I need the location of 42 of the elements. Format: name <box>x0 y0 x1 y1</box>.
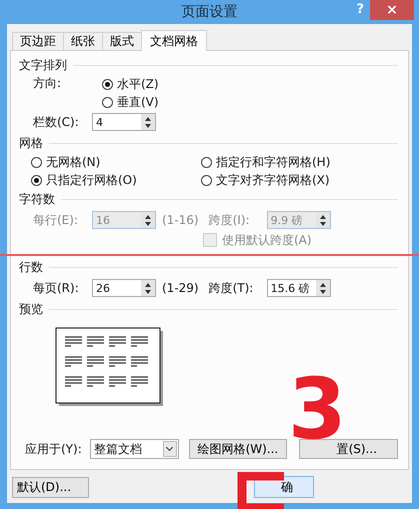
section-heading: 行数 <box>19 258 43 276</box>
range-text: (1-29) <box>162 281 199 295</box>
number-field[interactable]: 4 <box>92 113 156 131</box>
section-heading: 网格 <box>19 134 43 152</box>
settings-button[interactable]: 置(S)... <box>299 439 398 459</box>
section-heading: 文字排列 <box>19 56 67 74</box>
number-field[interactable]: 26 <box>92 279 156 297</box>
field-label: 每页(R): <box>33 280 80 296</box>
tab[interactable]: 页边距 <box>12 32 64 50</box>
radio-icon[interactable] <box>102 96 113 108</box>
section-heading: 字符数 <box>19 190 55 208</box>
spinner-icon[interactable] <box>316 280 330 296</box>
range-text: (1-16) <box>162 213 199 227</box>
tab[interactable]: 文档网格 <box>141 30 207 51</box>
radio-option[interactable]: 文字对齐字符网格(X) <box>201 171 398 189</box>
chevron-down-icon[interactable] <box>162 441 177 457</box>
field-label: 每行(E): <box>33 212 79 228</box>
radio-option[interactable]: 只指定行网格(O) <box>31 171 201 189</box>
field-label: 栏数(C): <box>33 114 80 130</box>
field-label: 跨度(I): <box>208 212 251 228</box>
section-heading: 预览 <box>19 300 43 318</box>
drawing-grid-button[interactable]: 绘图网格(W)... <box>188 439 288 459</box>
radio-option[interactable]: 指定行和字符网格(H) <box>201 153 398 171</box>
close-button[interactable]: × <box>370 0 414 20</box>
number-field[interactable]: 15.6 磅 <box>266 279 331 297</box>
field-label: 跨度(T): <box>208 280 254 296</box>
radio-option[interactable]: 垂直(V) <box>102 93 159 111</box>
field-label: 应用于(Y): <box>25 440 83 458</box>
radio-icon[interactable] <box>201 174 212 186</box>
spinner-icon[interactable] <box>141 114 155 130</box>
radio-icon[interactable] <box>31 174 42 186</box>
radio-option[interactable]: 无网格(N) <box>31 153 201 171</box>
radio-icon[interactable] <box>31 156 42 168</box>
apply-to-dropdown[interactable]: 整篇文档 <box>90 439 179 459</box>
annotation-number: 3 <box>288 378 346 440</box>
default-button[interactable]: 默认(D)... <box>12 476 89 498</box>
field-label: 方向: <box>33 75 62 92</box>
radio-icon[interactable] <box>201 156 212 168</box>
window-title: 页面设置 <box>182 3 238 21</box>
spinner-icon[interactable] <box>141 280 155 296</box>
radio-icon[interactable] <box>102 78 113 90</box>
radio-option[interactable]: 水平(Z) <box>102 75 159 93</box>
